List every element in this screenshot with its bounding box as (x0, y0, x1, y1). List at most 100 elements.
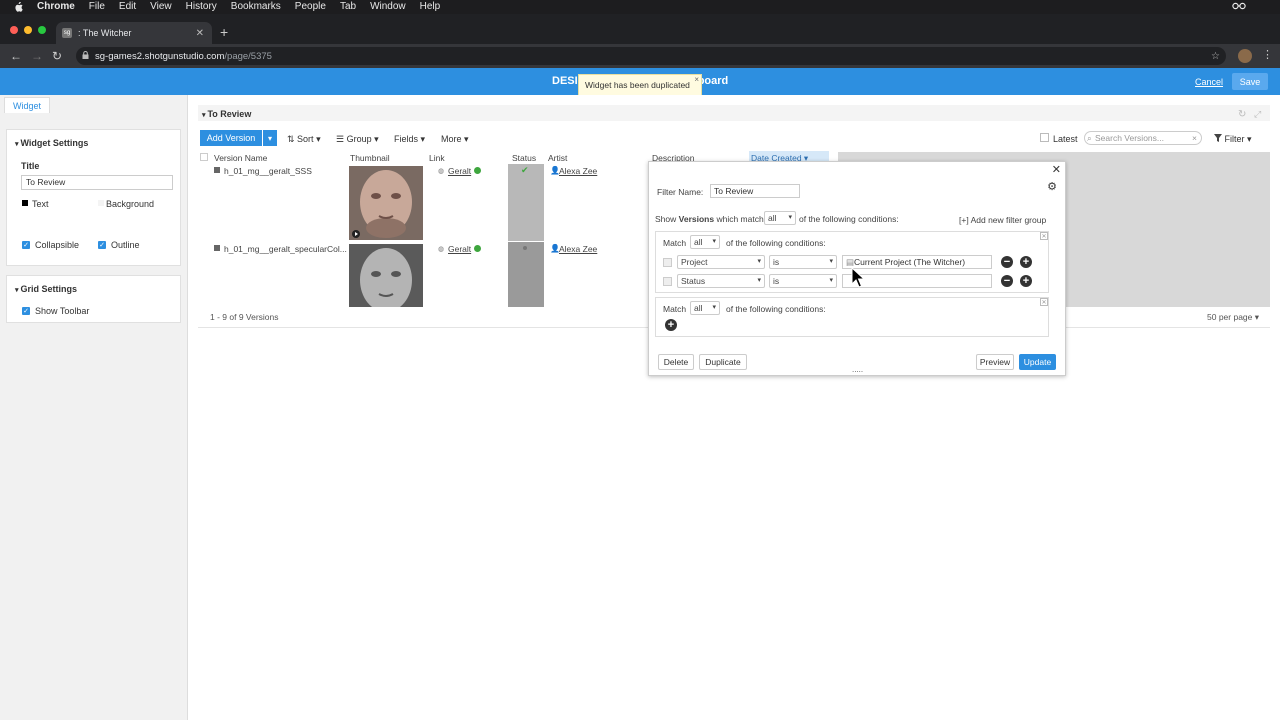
remove-condition-button[interactable]: − (1001, 256, 1013, 268)
select-all-checkbox[interactable] (200, 153, 208, 161)
window-minimize-button[interactable] (24, 26, 32, 34)
condition-field-select[interactable]: Status ▾ (677, 274, 765, 288)
version-name[interactable]: h_01_mg__geralt_specularCol... (224, 244, 347, 254)
link-geralt[interactable]: Geralt (448, 244, 471, 254)
remove-group-icon[interactable]: ✕ (1040, 232, 1048, 240)
title-input[interactable]: To Review (21, 175, 173, 190)
menu-file[interactable]: File (89, 0, 105, 14)
menu-window[interactable]: Window (370, 0, 406, 14)
tab-close-icon[interactable]: ✕ (196, 28, 204, 39)
show-match-select[interactable]: all ▾ (764, 211, 796, 225)
widget-settings-heading[interactable]: ▾ Widget Settings (15, 138, 88, 148)
artist-link[interactable]: Alexa Zee (559, 244, 597, 254)
menu-history[interactable]: History (186, 0, 217, 14)
group-match-select[interactable]: all ▾ (690, 235, 720, 249)
menu-chrome[interactable]: Chrome (37, 0, 75, 14)
menu-edit[interactable]: Edit (119, 0, 136, 14)
back-icon[interactable]: ← (10, 49, 22, 63)
new-tab-icon[interactable]: + (220, 24, 228, 40)
widget-title[interactable]: ▾ To Review (202, 109, 251, 119)
group-match-select[interactable]: all ▾ (690, 301, 720, 315)
add-condition-button[interactable]: + (1020, 256, 1032, 268)
column-thumbnail[interactable]: Thumbnail (350, 153, 390, 163)
filter-name-input[interactable]: To Review (710, 184, 800, 198)
outline-checkbox[interactable]: ✓ (98, 241, 106, 249)
remove-condition-button[interactable]: − (1001, 275, 1013, 287)
menu-tab[interactable]: Tab (340, 0, 356, 14)
thumbnail[interactable] (349, 244, 423, 307)
resize-handle[interactable]: ..... (852, 365, 863, 374)
latest-checkbox[interactable] (1040, 133, 1049, 142)
update-button[interactable]: Update (1019, 354, 1056, 370)
mac-menu-bar: Chrome File Edit View History Bookmarks … (0, 0, 1280, 14)
version-name[interactable]: h_01_mg__geralt_SSS (224, 166, 312, 176)
add-filter-group-link[interactable]: [+] Add new filter group (959, 215, 1046, 225)
status-cell[interactable] (508, 242, 544, 307)
address-bar[interactable]: sg-games2.shotgunstudio.com/page/5375 ☆ (76, 47, 1226, 65)
fields-button[interactable]: Fields ▾ (394, 134, 425, 145)
duplicate-button[interactable]: Duplicate (699, 354, 747, 370)
reload-icon[interactable]: ↻ (52, 49, 62, 63)
thumbnail[interactable] (349, 166, 423, 240)
profile-avatar[interactable] (1238, 49, 1252, 63)
grid-settings-heading[interactable]: ▾ Grid Settings (15, 284, 77, 294)
tab-widget[interactable]: Widget (4, 97, 50, 113)
menu-help[interactable]: Help (420, 0, 441, 14)
cancel-link[interactable]: Cancel (1195, 77, 1223, 87)
link-geralt[interactable]: Geralt (448, 166, 471, 176)
delete-button[interactable]: Delete (658, 354, 694, 370)
close-icon[interactable]: ✕ (1052, 163, 1061, 176)
browser-tab-strip: sg : The Witcher ✕ + (0, 14, 1280, 44)
per-page-select[interactable]: 50 per page ▾ (1207, 312, 1259, 323)
collapsible-checkbox[interactable]: ✓ (22, 241, 30, 249)
column-link[interactable]: Link (429, 153, 445, 163)
sort-button[interactable]: ⇅ Sort ▾ (287, 134, 321, 145)
window-zoom-button[interactable] (38, 26, 46, 34)
show-toolbar-label: Show Toolbar (35, 306, 90, 316)
add-version-dropdown[interactable]: ▾ (263, 130, 277, 146)
status-cell[interactable]: ✔ (508, 164, 544, 241)
condition-enable-checkbox[interactable] (663, 277, 672, 286)
expand-icon[interactable]: ⤢ (1254, 109, 1261, 120)
more-button[interactable]: More ▾ (441, 134, 469, 145)
search-clear-icon[interactable]: × (1192, 132, 1197, 144)
condition-operator-select[interactable]: is ▾ (769, 274, 837, 288)
text-color-swatch[interactable] (22, 200, 28, 206)
condition-enable-checkbox[interactable] (663, 258, 672, 267)
search-versions-input[interactable]: ⌕ Search Versions... × (1084, 131, 1202, 145)
add-condition-button[interactable]: + (1020, 275, 1032, 287)
condition-field-select[interactable]: Project ▾ (677, 255, 765, 269)
window-close-button[interactable] (10, 26, 18, 34)
add-version-button[interactable]: Add Version (200, 130, 262, 146)
show-toolbar-checkbox[interactable]: ✓ (22, 307, 30, 315)
menu-view[interactable]: View (150, 0, 172, 14)
chrome-menu-icon[interactable]: ⋮ (1262, 48, 1273, 61)
group-button[interactable]: ☰ Group ▾ (336, 134, 379, 145)
save-button[interactable]: Save (1232, 73, 1268, 90)
status-dot-icon (523, 246, 527, 250)
glasses-icon[interactable] (1232, 2, 1246, 13)
artist-link[interactable]: Alexa Zee (559, 166, 597, 176)
menu-bookmarks[interactable]: Bookmarks (231, 0, 281, 14)
column-artist[interactable]: Artist (548, 153, 567, 163)
apple-icon[interactable] (13, 2, 23, 12)
column-version-name[interactable]: Version Name (214, 153, 267, 163)
filter-button[interactable]: Filter ▾ (1214, 134, 1252, 145)
toast-message: Widget has been duplicated (585, 80, 690, 90)
refresh-icon[interactable]: ↻ (1238, 109, 1246, 120)
add-condition-button[interactable]: + (665, 319, 677, 331)
condition-operator-select[interactable]: is ▾ (769, 255, 837, 269)
menu-people[interactable]: People (295, 0, 326, 14)
remove-group-icon[interactable]: ✕ (1040, 298, 1048, 306)
preview-button[interactable]: Preview (976, 354, 1014, 370)
browser-tab[interactable]: sg : The Witcher ✕ (56, 22, 212, 44)
toast-close-icon[interactable]: × (694, 75, 699, 84)
table-row[interactable]: h_01_mg__geralt_SSS ◍ Geralt ✔ 👤 Alexa Z… (198, 164, 648, 242)
group-conditions-suffix: of the following conditions: (726, 304, 826, 314)
forward-icon[interactable]: → (31, 49, 43, 63)
column-status[interactable]: Status (512, 153, 536, 163)
background-color-swatch[interactable] (98, 200, 104, 206)
bookmark-star-icon[interactable]: ☆ (1211, 51, 1220, 62)
table-row[interactable]: h_01_mg__geralt_specularCol... ◍ Geralt … (198, 242, 648, 307)
gear-icon[interactable]: ⚙ (1047, 180, 1057, 193)
